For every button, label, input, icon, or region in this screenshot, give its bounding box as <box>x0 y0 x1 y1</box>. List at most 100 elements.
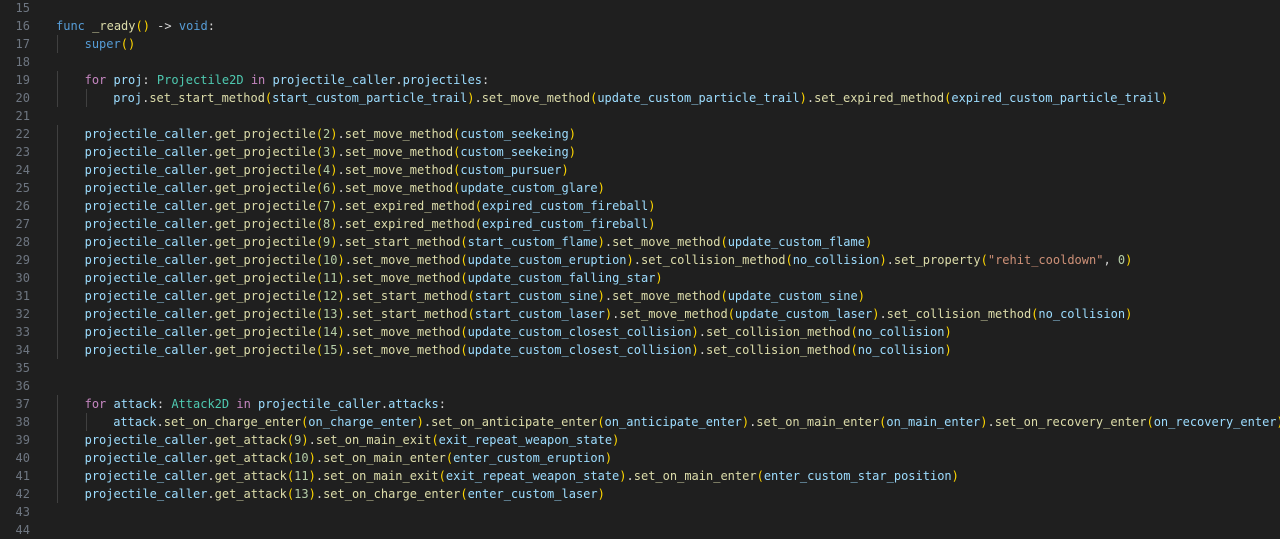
code-line[interactable]: 41 projectile_caller.get_attack(11).set_o… <box>0 467 1280 485</box>
code-token-func: set_collision_method <box>886 307 1032 321</box>
code-token-paren: ( <box>980 253 988 267</box>
code-line[interactable]: 19 for proj: Projectile2D in projectile_c… <box>0 71 1280 89</box>
code-line[interactable]: 16 func _ready() -> void: <box>0 17 1280 35</box>
code-token-paren: ) <box>568 127 576 141</box>
code-token-punct: . <box>315 469 324 483</box>
code-line[interactable]: 39 projectile_caller.get_attack(9).set_on… <box>0 431 1280 449</box>
code-line[interactable]: 25 projectile_caller.get_projectile(6).se… <box>0 179 1280 197</box>
indent-guide <box>57 395 58 413</box>
indent-guide <box>57 125 58 143</box>
code-token-paren: ) <box>604 451 613 465</box>
code-line[interactable]: 43 <box>0 503 1280 521</box>
code-line[interactable]: 21 <box>0 107 1280 125</box>
code-token-var: projectile_caller <box>84 271 208 285</box>
code-line[interactable]: 32 projectile_caller.get_projectile(13).s… <box>0 305 1280 323</box>
code-token-number: 13 <box>294 487 309 501</box>
line-code: projectile_caller.get_projectile(2).set_… <box>85 125 576 143</box>
line-number: 29 <box>15 253 30 267</box>
code-token-var: expired_custom_particle_trail <box>951 91 1161 105</box>
code-line[interactable]: 23 projectile_caller.get_projectile(3).se… <box>0 143 1280 161</box>
code-token-var: update_custom_falling_star <box>467 271 656 285</box>
code-line[interactable]: 20 proj.set_start_method(start_custom_par… <box>0 89 1280 107</box>
code-token-var: update_custom_sine <box>727 289 858 303</box>
code-line[interactable]: 15 <box>0 0 1280 17</box>
code-token-keyword: void <box>178 19 208 33</box>
code-token-func: set_move_method <box>481 91 591 105</box>
code-token-paren: ) <box>597 289 605 303</box>
code-token-paren: ( <box>315 271 324 285</box>
line-code: projectile_caller.get_projectile(8).set_… <box>85 215 656 233</box>
code-editor[interactable]: 15 16 func _ready() -> void: 17 super() 18 19 f… <box>0 0 1280 539</box>
code-line[interactable]: 40 projectile_caller.get_attack(10).set_o… <box>0 449 1280 467</box>
line-code: projectile_caller.get_projectile(6).set_… <box>85 179 605 197</box>
code-token-var: no_collision <box>857 325 945 339</box>
code-token-var: projectile_caller <box>84 199 208 213</box>
code-token-var: projectile_caller <box>84 487 208 501</box>
code-token-punct: . <box>474 91 482 105</box>
code-token-punct: . <box>987 415 995 429</box>
code-token-punct: . <box>315 451 324 465</box>
code-token-punct <box>251 397 258 411</box>
code-token-control: in <box>250 73 266 87</box>
code-line[interactable]: 28 projectile_caller.get_projectile(9).se… <box>0 233 1280 251</box>
code-line[interactable]: 18 <box>0 53 1280 71</box>
code-line[interactable]: 24 projectile_caller.get_projectile(4).se… <box>0 161 1280 179</box>
code-token-func: set_move_method <box>344 163 454 177</box>
code-token-var: enter_custom_star_position <box>763 469 952 483</box>
code-token-var: no_collision <box>857 343 945 357</box>
line-number: 27 <box>15 217 30 231</box>
code-token-func: set_move_method <box>612 235 721 249</box>
code-token-paren: ) <box>337 307 345 321</box>
code-line[interactable]: 36 <box>0 377 1280 395</box>
code-line[interactable]: 29 projectile_caller.get_projectile(10).s… <box>0 251 1280 269</box>
line-code: projectile_caller.get_projectile(10).set… <box>85 251 1133 269</box>
code-line[interactable]: 22 projectile_caller.get_projectile(2).se… <box>0 125 1280 143</box>
code-line[interactable]: 31 projectile_caller.get_projectile(12).s… <box>0 287 1280 305</box>
line-number: 39 <box>15 433 30 447</box>
code-token-paren: ) <box>330 199 338 213</box>
code-token-punct: . <box>207 235 215 249</box>
code-token-punct <box>106 397 113 411</box>
code-line[interactable]: 44 <box>0 521 1280 539</box>
code-line[interactable]: 26 projectile_caller.get_projectile(7).se… <box>0 197 1280 215</box>
line-code: projectile_caller.get_projectile(12).set… <box>85 287 865 305</box>
code-line[interactable]: 38 attack.set_on_charge_enter(on_charge_e… <box>0 413 1280 431</box>
code-token-func: get_projectile <box>214 307 316 321</box>
code-token-punct: . <box>207 145 215 159</box>
code-token-var: projectile_caller <box>84 469 208 483</box>
indent-guide <box>57 341 58 359</box>
code-token-func: set_on_charge_enter <box>163 415 302 429</box>
code-line[interactable]: 37 for attack: Attack2D in projectile_cal… <box>0 395 1280 413</box>
code-token-number: 12 <box>323 289 338 303</box>
code-line[interactable]: 34 projectile_caller.get_projectile(15).s… <box>0 341 1280 359</box>
code-token-var: on_anticipate_enter <box>604 415 742 429</box>
code-token-var: projectile_caller <box>84 343 208 357</box>
code-token-type: Projectile2D <box>156 73 244 87</box>
code-token-func: get_projectile <box>214 343 316 357</box>
code-token-func: set_move_method <box>344 181 454 195</box>
line-code: projectile_caller.get_attack(13).set_on_… <box>85 485 605 503</box>
code-token-func: set_on_recovery_enter <box>994 415 1147 429</box>
line-code: projectile_caller.get_attack(10).set_on_… <box>85 449 612 467</box>
indent-guide <box>86 89 87 107</box>
code-token-paren: ) <box>1277 415 1280 429</box>
code-line[interactable]: 27 projectile_caller.get_projectile(8).se… <box>0 215 1280 233</box>
code-line[interactable]: 35 <box>0 359 1280 377</box>
code-token-func: get_projectile <box>214 145 316 159</box>
code-line[interactable]: 30 projectile_caller.get_projectile(11).s… <box>0 269 1280 287</box>
indent-guide <box>57 89 58 107</box>
code-token-func: set_move_method <box>351 343 461 357</box>
code-token-paren: ) <box>1160 91 1169 105</box>
code-token-punct <box>106 73 113 87</box>
line-number: 31 <box>15 289 30 303</box>
code-line[interactable]: 17 super() <box>0 35 1280 53</box>
line-number: 22 <box>15 127 30 141</box>
code-token-paren: ) <box>597 181 605 195</box>
indent-guide <box>57 269 58 287</box>
code-line[interactable]: 33 projectile_caller.get_projectile(14).s… <box>0 323 1280 341</box>
code-line[interactable]: 42 projectile_caller.get_attack(13).set_o… <box>0 485 1280 503</box>
code-token-type: Attack2D <box>171 397 230 411</box>
code-token-number: 10 <box>294 451 309 465</box>
code-token-func: set_on_main_enter <box>633 469 757 483</box>
code-token-func: get_projectile <box>214 181 316 195</box>
